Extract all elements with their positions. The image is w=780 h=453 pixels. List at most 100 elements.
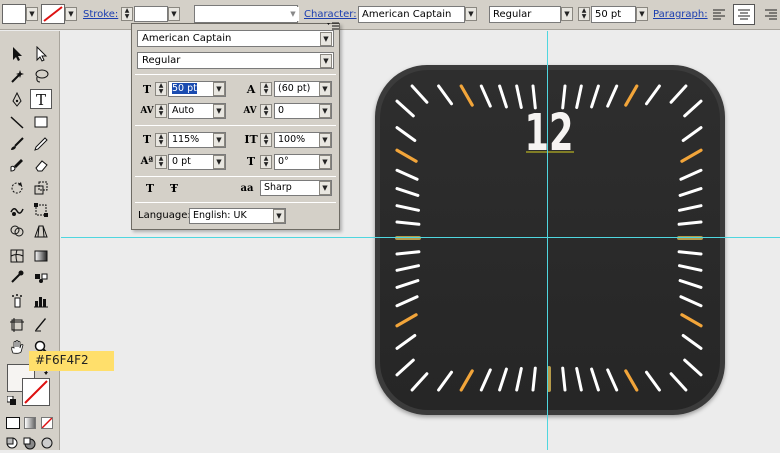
direct-selection-tool-icon[interactable] [30, 44, 52, 64]
eyedropper-tool-icon[interactable] [6, 267, 28, 287]
leading-stepper[interactable]: ▲ ▼ [260, 82, 272, 96]
lasso-tool-icon[interactable] [30, 66, 52, 86]
cp-font-size-field[interactable]: 50 pt ▼ [168, 81, 226, 97]
cp-antialiasing-field[interactable]: Sharp ▼ [260, 180, 332, 196]
chevron-down-icon[interactable]: ▼ [319, 82, 331, 96]
stroke-weight-dropdown[interactable]: ▼ [168, 7, 180, 21]
stroke-weight-field[interactable] [134, 6, 168, 22]
gradient-mode-icon[interactable] [24, 417, 36, 429]
line-tool-icon[interactable] [6, 112, 28, 132]
style-dropdown-arrow[interactable]: ▼ [287, 7, 299, 21]
character-rotation-icon: T [246, 155, 256, 168]
slice-tool-icon[interactable] [30, 315, 52, 335]
antialiasing-icon: aa [240, 183, 254, 194]
fill-swatch[interactable] [2, 4, 26, 24]
eraser-tool-icon[interactable] [30, 155, 52, 175]
align-right-icon[interactable] [763, 7, 779, 23]
chevron-down-icon[interactable]: ▼ [319, 155, 331, 169]
stroke-dropdown-arrow[interactable]: ▼ [65, 7, 77, 21]
chevron-down-icon[interactable]: ▼ [273, 209, 285, 223]
cp-vertical-scale-field[interactable]: 115% ▼ [168, 132, 226, 148]
horizontal-scale-stepper[interactable]: ▲ ▼ [260, 133, 272, 147]
pen-tool-icon[interactable] [6, 90, 28, 110]
chevron-down-icon[interactable]: ▼ [320, 54, 332, 68]
chevron-down-icon[interactable]: ▼ [319, 133, 331, 147]
chevron-down-icon[interactable]: ▼ [319, 104, 331, 118]
paragraph-label[interactable]: Paragraph: [653, 9, 708, 23]
cp-kerning-field[interactable]: Auto ▼ [168, 103, 226, 119]
align-left-icon[interactable] [711, 7, 727, 23]
stroke-weight-stepper[interactable]: ▲ ▼ [121, 7, 133, 21]
style-field[interactable] [194, 5, 298, 23]
draw-behind-icon[interactable] [22, 436, 36, 450]
font-size-stepper[interactable]: ▲ ▼ [155, 82, 167, 96]
selection-tool-icon[interactable] [6, 44, 28, 64]
pencil-tool-icon[interactable] [30, 134, 52, 154]
cp-rotation-field[interactable]: 0° ▼ [274, 154, 332, 170]
magic-wand-tool-icon[interactable] [6, 66, 28, 86]
type-tool-icon[interactable]: T [30, 89, 52, 109]
font-style-dropdown[interactable]: ▼ [561, 7, 573, 21]
panel-divider [135, 176, 336, 177]
cp-language-field[interactable]: English: UK ▼ [189, 208, 286, 224]
chevron-down-icon[interactable]: ▼ [213, 82, 225, 96]
mesh-tool-icon[interactable] [6, 246, 28, 266]
font-size-field[interactable]: 50 pt [591, 6, 636, 23]
blend-tool-icon[interactable] [30, 267, 52, 287]
tracking-stepper[interactable]: ▲ ▼ [260, 104, 272, 118]
chevron-down-icon[interactable]: ▼ [213, 133, 225, 147]
font-family-dropdown[interactable]: ▼ [465, 7, 477, 21]
baseline-shift-stepper[interactable]: ▲ ▼ [155, 155, 167, 169]
screen-mode-icon[interactable] [40, 436, 54, 450]
panel-divider [135, 202, 336, 203]
cp-font-family-select[interactable]: American Captain ▼ [137, 30, 334, 47]
color-hex-tooltip: #F6F4F2 [29, 351, 114, 371]
stroke-swatch[interactable] [41, 4, 65, 24]
default-colors-icon[interactable] [6, 395, 17, 406]
cp-tracking-field[interactable]: 0 ▼ [274, 103, 332, 119]
blob-brush-tool-icon[interactable] [6, 155, 28, 175]
kerning-stepper[interactable]: ▲ ▼ [155, 104, 167, 118]
chevron-down-icon[interactable]: ▼ [213, 104, 225, 118]
fill-dropdown-arrow[interactable]: ▼ [26, 7, 38, 21]
cp-horizontal-scale-field[interactable]: 100% ▼ [274, 132, 332, 148]
cp-baseline-shift-value: 0 pt [172, 156, 191, 167]
free-transform-tool-icon[interactable] [30, 200, 52, 220]
scale-tool-icon[interactable] [30, 178, 52, 198]
underline-icon[interactable]: T [142, 181, 158, 197]
language-label: Language: [138, 210, 191, 221]
font-size-dropdown[interactable]: ▼ [636, 7, 648, 21]
font-size-stepper[interactable]: ▲ ▼ [578, 7, 590, 21]
cp-leading-field[interactable]: (60 pt) ▼ [274, 81, 332, 97]
cp-font-size-value: 50 pt [172, 83, 197, 94]
warp-tool-icon[interactable] [6, 200, 28, 220]
stroke-color-swatch[interactable] [22, 378, 50, 406]
perspective-grid-tool-icon[interactable] [30, 221, 52, 241]
color-mode-icon[interactable] [6, 417, 20, 429]
none-mode-icon[interactable] [41, 417, 53, 429]
cp-font-style-select[interactable]: Regular ▼ [137, 52, 334, 69]
column-graph-tool-icon[interactable] [30, 291, 52, 311]
align-center-icon[interactable] [733, 4, 755, 25]
shape-builder-tool-icon[interactable] [6, 221, 28, 241]
artboard-tool-icon[interactable] [6, 315, 28, 335]
gradient-tool-icon[interactable] [30, 246, 52, 266]
rotation-stepper[interactable]: ▲ ▼ [260, 155, 272, 169]
chevron-down-icon[interactable]: ▼ [319, 181, 331, 195]
stroke-label[interactable]: Stroke: [83, 9, 118, 23]
tools-panel: T [0, 31, 60, 450]
chevron-down-icon[interactable]: ▼ [320, 32, 332, 46]
symbol-sprayer-tool-icon[interactable] [6, 291, 28, 311]
vertical-scale-stepper[interactable]: ▲ ▼ [155, 133, 167, 147]
rectangle-tool-icon[interactable] [30, 112, 52, 132]
svg-text:T: T [36, 91, 46, 107]
strikethrough-icon[interactable]: Ŧ [166, 181, 182, 197]
cp-baseline-shift-field[interactable]: 0 pt ▼ [168, 154, 226, 170]
draw-normal-icon[interactable] [5, 436, 19, 450]
hand-tool-icon[interactable] [6, 337, 28, 357]
rotate-tool-icon[interactable] [6, 178, 28, 198]
chevron-down-icon[interactable]: ▼ [213, 155, 225, 169]
font-style-field[interactable]: Regular [489, 6, 561, 23]
font-family-field[interactable]: American Captain [358, 6, 465, 23]
paintbrush-tool-icon[interactable] [6, 134, 28, 154]
